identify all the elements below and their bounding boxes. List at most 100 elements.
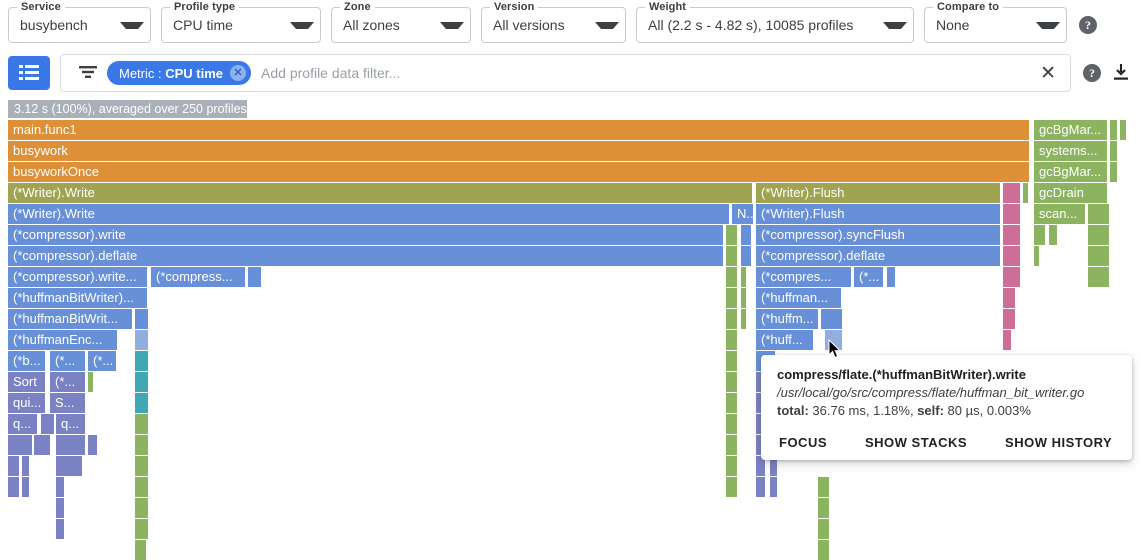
flame-node[interactable]: [56, 498, 65, 518]
help-icon[interactable]: ?: [1079, 16, 1097, 34]
flame-node[interactable]: [8, 477, 20, 497]
flame-node[interactable]: [1003, 267, 1021, 287]
flame-node[interactable]: [1034, 246, 1040, 266]
flame-node[interactable]: [135, 351, 149, 371]
list-view-icon[interactable]: [8, 56, 50, 90]
flame-graph[interactable]: 3.12 s (100%), averaged over 250 profile…: [8, 100, 1135, 560]
flame-node[interactable]: (*...: [50, 351, 86, 371]
flame-node[interactable]: (*compressor).deflate: [8, 246, 724, 266]
chip-remove-icon[interactable]: ✕: [230, 65, 247, 81]
flame-node[interactable]: [248, 267, 262, 287]
flame-node[interactable]: [726, 288, 738, 308]
flame-node[interactable]: Sort: [8, 372, 46, 392]
profile-filter-input[interactable]: Metric : CPU time ✕ Add profile data fil…: [60, 54, 1071, 92]
flame-node[interactable]: [726, 246, 738, 266]
flame-node[interactable]: (*compressor).write: [8, 225, 724, 245]
flame-node[interactable]: S...: [50, 393, 86, 413]
flame-node[interactable]: (*...: [854, 267, 884, 287]
flame-node[interactable]: [135, 309, 149, 329]
flame-node[interactable]: (*huffmanBitWrit...: [8, 309, 133, 329]
version-select[interactable]: Version All versions: [481, 1, 626, 43]
flame-node[interactable]: [1034, 225, 1046, 245]
flame-node[interactable]: [1110, 141, 1118, 161]
flame-node[interactable]: [56, 477, 65, 497]
flame-node[interactable]: [22, 477, 30, 497]
flame-node[interactable]: (*compressor).deflate: [756, 246, 1001, 266]
flame-node[interactable]: [22, 456, 30, 476]
flame-node[interactable]: (*Writer).Write: [8, 183, 753, 203]
flame-node[interactable]: (*b...: [8, 351, 46, 371]
flame-node[interactable]: (*huffmanEnc...: [8, 330, 118, 350]
flame-node[interactable]: busyworkOnce: [8, 162, 1030, 182]
flame-node[interactable]: (*compress...: [151, 267, 246, 287]
flame-node[interactable]: [1088, 246, 1110, 266]
flame-node[interactable]: busywork: [8, 141, 1030, 161]
flame-node[interactable]: [1003, 288, 1016, 308]
weight-select[interactable]: Weight All (2.2 s - 4.82 s), 10085 profi…: [636, 1, 914, 43]
flame-node[interactable]: (*compressor).write...: [8, 267, 148, 287]
flame-node[interactable]: [741, 288, 747, 308]
flame-node[interactable]: [770, 477, 778, 497]
flame-node[interactable]: (*compressor).syncFlush: [756, 225, 1001, 245]
flame-node[interactable]: [88, 435, 98, 455]
compare-to-select[interactable]: Compare to None: [924, 1, 1067, 43]
flame-node[interactable]: N...: [732, 204, 754, 224]
flame-node[interactable]: [1088, 267, 1110, 287]
flame-node[interactable]: gcBgMar...: [1034, 120, 1108, 140]
flame-node[interactable]: [56, 519, 65, 539]
flame-node[interactable]: [726, 414, 738, 434]
show-stacks-button[interactable]: SHOW STACKS: [865, 435, 967, 450]
flame-node[interactable]: [34, 435, 51, 455]
flame-node[interactable]: [1049, 225, 1058, 245]
focus-button[interactable]: FOCUS: [779, 435, 827, 450]
flame-node[interactable]: [821, 309, 843, 329]
flame-node[interactable]: [1120, 120, 1127, 140]
flame-node[interactable]: (*...: [88, 351, 117, 371]
flame-node[interactable]: q...: [56, 414, 86, 434]
flame-node[interactable]: [741, 246, 752, 266]
flame-node[interactable]: [135, 498, 149, 518]
flame-node[interactable]: [1088, 225, 1110, 245]
flame-node[interactable]: [1003, 330, 1012, 350]
flame-node[interactable]: [1003, 183, 1021, 203]
flame-node[interactable]: (*huffmanBitWriter)...: [8, 288, 148, 308]
flame-node[interactable]: gcDrain: [1034, 183, 1108, 203]
flame-node[interactable]: [1003, 204, 1021, 224]
flame-node[interactable]: [741, 267, 747, 287]
download-icon[interactable]: [1111, 62, 1135, 85]
flame-node[interactable]: [135, 477, 149, 497]
flame-node[interactable]: [741, 309, 747, 329]
flame-node[interactable]: [1023, 183, 1029, 203]
flame-node[interactable]: (*huff...: [756, 330, 814, 350]
profile-type-select[interactable]: Profile type CPU time: [161, 1, 321, 43]
flame-node[interactable]: [726, 309, 738, 329]
flame-node[interactable]: [8, 435, 33, 455]
flame-node[interactable]: [135, 330, 149, 350]
flame-node[interactable]: [135, 435, 149, 455]
flame-node[interactable]: main.func1: [8, 120, 1030, 140]
flame-node[interactable]: [135, 393, 149, 413]
flame-node[interactable]: [726, 267, 738, 287]
flame-node[interactable]: scan...: [1034, 204, 1086, 224]
flame-node[interactable]: [135, 414, 149, 434]
flame-node[interactable]: (*Writer).Flush: [756, 183, 1001, 203]
flame-node[interactable]: q...: [8, 414, 38, 434]
flame-node[interactable]: [41, 414, 55, 434]
flame-node[interactable]: [135, 540, 147, 560]
flame-node[interactable]: (*Writer).Write: [8, 204, 730, 224]
flame-node[interactable]: qui...: [8, 393, 46, 413]
help-icon[interactable]: ?: [1083, 64, 1101, 82]
flame-node[interactable]: [818, 498, 830, 518]
flame-node[interactable]: [818, 519, 830, 539]
flame-node[interactable]: [887, 267, 896, 287]
flame-node[interactable]: [726, 225, 738, 245]
flame-root-summary[interactable]: 3.12 s (100%), averaged over 250 profile…: [8, 100, 247, 118]
close-icon[interactable]: ✕: [1036, 64, 1060, 83]
flame-node[interactable]: [726, 435, 738, 455]
service-select[interactable]: Service busybench: [8, 1, 151, 43]
flame-node[interactable]: [741, 225, 752, 245]
flame-node[interactable]: [1088, 204, 1110, 224]
flame-node[interactable]: [726, 330, 738, 350]
flame-node[interactable]: [8, 456, 20, 476]
flame-node[interactable]: [756, 477, 766, 497]
